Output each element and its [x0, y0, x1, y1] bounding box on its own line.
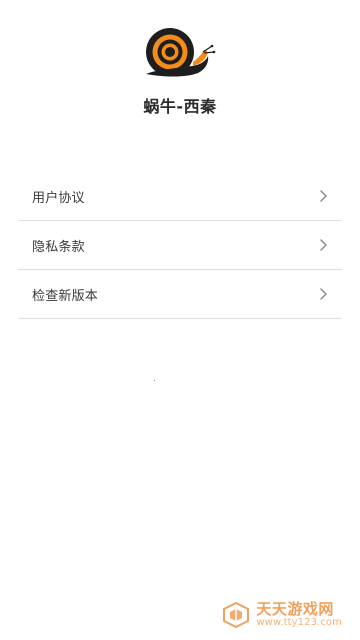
chevron-right-icon [320, 190, 328, 202]
menu-item-label: 隐私条款 [32, 239, 85, 255]
menu-item-user-agreement[interactable]: 用户协议 [18, 172, 342, 221]
chevron-right-icon [320, 239, 328, 251]
menu-item-label: 检查新版本 [32, 288, 99, 304]
decorative-dot [154, 380, 155, 381]
menu-item-privacy-policy[interactable]: 隐私条款 [18, 221, 342, 270]
watermark: 天天游戏网 www.tty123.com [222, 599, 342, 628]
settings-menu: 用户协议 隐私条款 检查新版本 [18, 172, 342, 319]
chevron-right-icon [320, 288, 328, 300]
snail-logo-icon [146, 28, 216, 77]
watermark-title: 天天游戏网 [256, 599, 334, 618]
tiantian-logo-icon [223, 601, 250, 628]
app-name: 蜗牛-西秦 [143, 97, 217, 116]
watermark-url: www.tty123.com [256, 616, 342, 628]
menu-item-check-update[interactable]: 检查新版本 [18, 270, 342, 319]
app-logo [140, 22, 222, 80]
menu-item-label: 用户协议 [32, 190, 85, 206]
